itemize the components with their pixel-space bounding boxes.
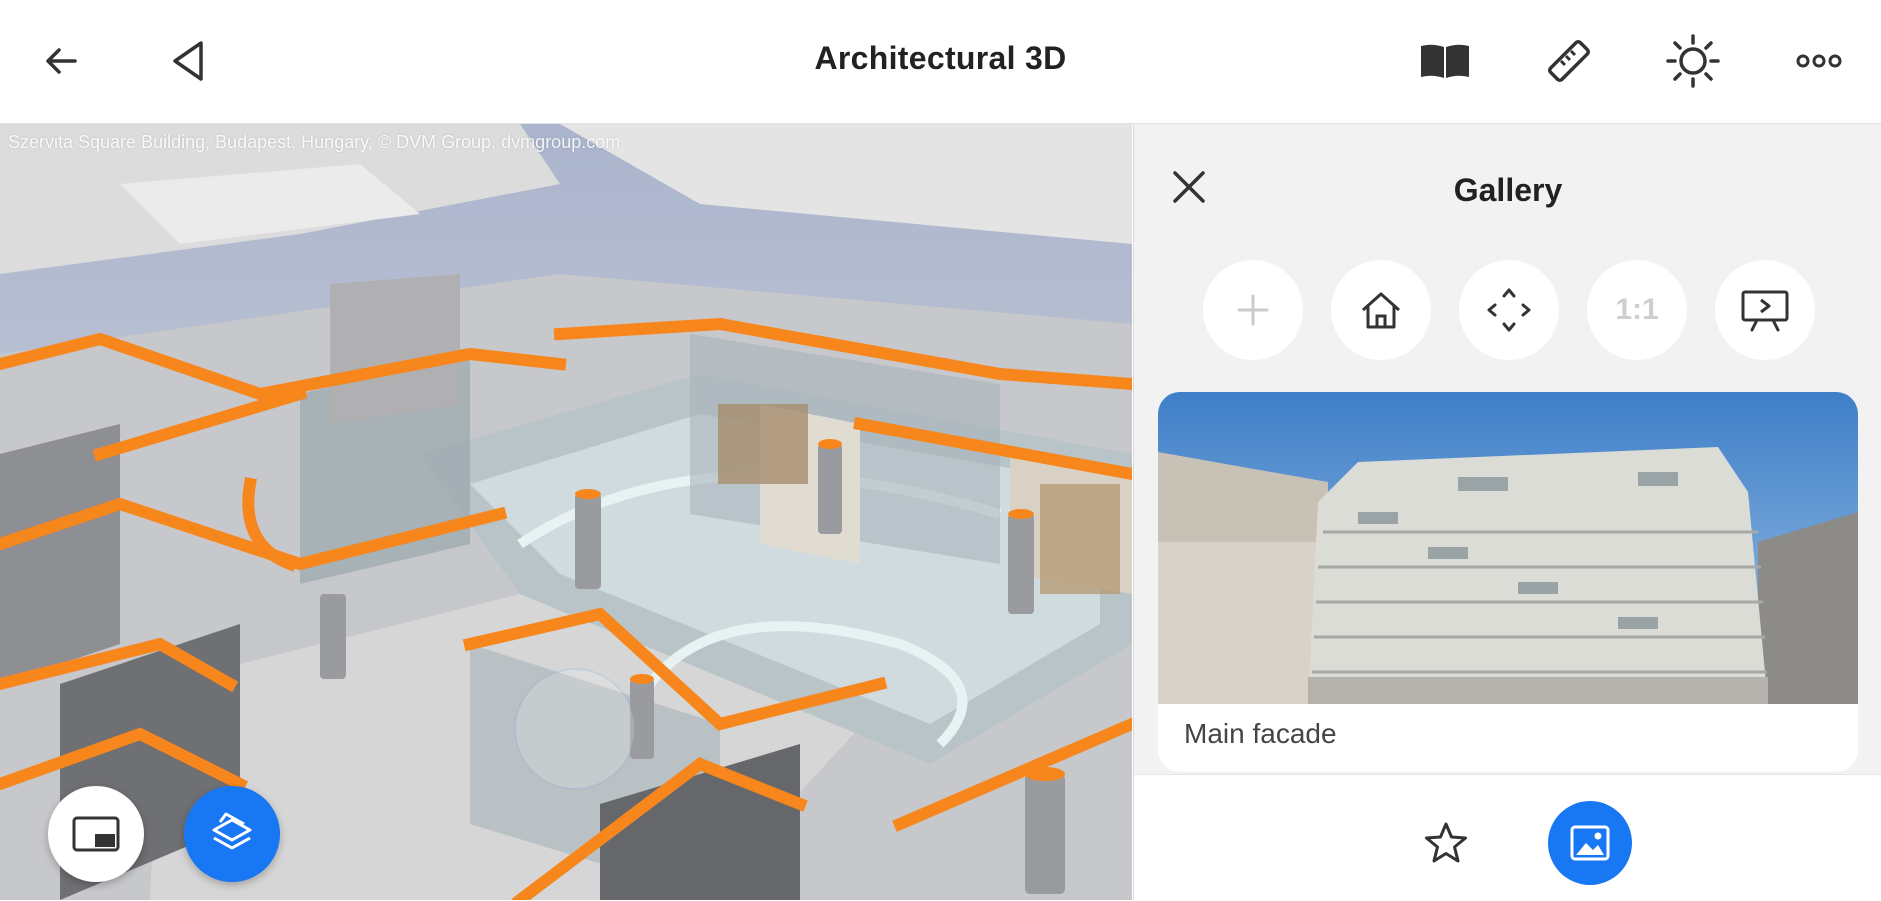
add-view-button[interactable] xyxy=(1203,260,1303,360)
home-icon xyxy=(1362,292,1400,329)
top-bar: Architectural 3D xyxy=(0,0,1881,124)
panel-title: Gallery xyxy=(1453,172,1563,208)
lighting-button[interactable] xyxy=(1662,30,1724,92)
picture-in-picture-button[interactable] xyxy=(48,786,144,882)
sun-icon xyxy=(1666,34,1720,88)
gallery-card-caption: Main facade xyxy=(1184,718,1337,749)
building-model-render xyxy=(0,124,1132,900)
model-credit: Szervita Square Building, Budapest, Hung… xyxy=(8,132,621,152)
add-icon xyxy=(1237,294,1269,326)
favorites-tab[interactable] xyxy=(1404,801,1488,885)
home-view-button[interactable] xyxy=(1331,260,1431,360)
gallery-panel: Gallery 1:1 Main facade xyxy=(1133,124,1881,901)
presentation-icon xyxy=(1741,290,1789,332)
model-layers-icon xyxy=(212,812,252,850)
model-viewport[interactable]: Szervita Square Building, Budapest, Hung… xyxy=(0,124,1132,900)
presentation-button[interactable] xyxy=(1715,260,1815,360)
star-icon xyxy=(1425,822,1467,863)
measure-button[interactable] xyxy=(1538,30,1600,92)
book-button[interactable] xyxy=(1414,30,1476,92)
panel-bottom-nav xyxy=(1134,774,1881,901)
more-button[interactable] xyxy=(1788,30,1850,92)
ruler-icon xyxy=(1547,39,1591,83)
model-layers-button[interactable] xyxy=(184,786,280,882)
fit-view-button[interactable] xyxy=(1459,260,1559,360)
actual-size-button[interactable]: 1:1 xyxy=(1587,260,1687,360)
facade-thumbnail xyxy=(1158,392,1858,704)
actual-size-label: 1:1 xyxy=(1615,293,1659,326)
picture-in-picture-icon xyxy=(72,816,120,852)
gallery-tab[interactable] xyxy=(1548,801,1632,885)
gallery-card[interactable]: Main facade xyxy=(1158,392,1858,772)
image-icon xyxy=(1570,825,1610,861)
more-icon xyxy=(1796,54,1842,68)
book-icon xyxy=(1421,44,1469,78)
fit-view-icon xyxy=(1487,288,1531,332)
